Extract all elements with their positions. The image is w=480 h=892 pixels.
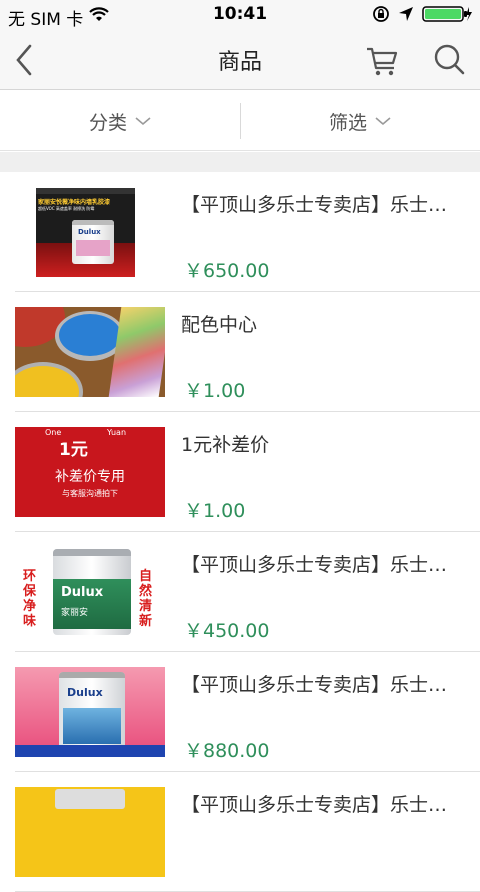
chevron-down-icon: [375, 117, 391, 126]
paint-bucket: Dulux 家丽安: [53, 549, 131, 635]
filter-label: 筛选: [328, 111, 367, 134]
thumb-right-text: 自然清新: [139, 569, 153, 629]
thumb-big-text: 1元: [59, 440, 88, 460]
product-item[interactable]: One Yuan 1元 补差价专用 与客服沟通拍下 1元补差价 ￥1.00: [0, 412, 480, 532]
cart-button[interactable]: [362, 40, 402, 80]
brand-logo: Dulux: [67, 686, 103, 699]
product-item[interactable]: Dulux 【平顶山多乐士专卖店】乐士专卖店 ￥880.00: [0, 652, 480, 772]
filter-divider: [240, 103, 241, 139]
nav-bar: 商品: [0, 30, 480, 90]
brand-logo: Dulux: [78, 228, 101, 236]
product-title: 【平顶山多乐士专卖店】乐士专卖店: [181, 674, 461, 696]
product-thumbnail: [15, 307, 165, 397]
paint-bucket: Dulux: [72, 220, 114, 264]
status-right: [372, 5, 472, 28]
status-bar: 无 SIM 卡 10:41: [0, 0, 480, 30]
thumb-yuan-text: Yuan: [107, 428, 127, 437]
product-thumbnail: 环保净味 自然清新 Dulux 家丽安: [15, 547, 165, 637]
product-item[interactable]: 【平顶山多乐士专卖店】乐士专卖店: [0, 772, 480, 892]
location-arrow-icon: [398, 6, 414, 27]
product-title: 【平顶山多乐士专卖店】乐士专卖店: [181, 554, 461, 576]
chevron-down-icon: [135, 117, 151, 126]
product-item[interactable]: 家丽安悦薇净味内墙乳胶漆 超低VOC 高遮盖率 耐擦洗 防霉 Dulux 【平顶…: [0, 172, 480, 292]
search-icon: [434, 44, 465, 75]
section-gap: [0, 152, 480, 172]
product-thumbnail: Dulux: [15, 667, 165, 757]
product-price: ￥1.00: [184, 500, 246, 522]
product-item[interactable]: 配色中心 ￥1.00: [0, 292, 480, 412]
thumb-banner-text: 家丽安悦薇净味内墙乳胶漆: [38, 199, 111, 206]
product-title: 【平顶山多乐士专卖店】乐士专卖店: [181, 794, 461, 816]
product-price: ￥450.00: [184, 620, 270, 642]
thumb-main-text: 补差价专用: [55, 469, 125, 485]
thumb-product-label: 家丽安: [61, 608, 89, 618]
product-price: ￥880.00: [184, 740, 270, 762]
product-price: ￥1.00: [184, 380, 246, 402]
product-thumbnail: [15, 787, 165, 877]
filter-dropdown[interactable]: 筛选: [240, 91, 480, 151]
filter-bar: 分类 筛选: [0, 91, 480, 151]
product-title: 【平顶山多乐士专卖店】乐士专卖店: [181, 194, 461, 216]
search-button[interactable]: [430, 40, 470, 80]
product-list: 家丽安悦薇净味内墙乳胶漆 超低VOC 高遮盖率 耐擦洗 防霉 Dulux 【平顶…: [0, 172, 480, 892]
thumb-sub-text: 超低VOC 高遮盖率 耐擦洗 防霉: [38, 206, 95, 211]
thumb-left-text: 环保净味: [23, 569, 37, 629]
product-title: 1元补差价: [181, 434, 270, 456]
category-filter[interactable]: 分类: [0, 91, 240, 151]
battery-icon: [422, 5, 472, 28]
product-thumbnail: 家丽安悦薇净味内墙乳胶漆 超低VOC 高遮盖率 耐擦洗 防霉 Dulux: [15, 187, 165, 277]
cart-icon: [367, 47, 398, 76]
page-title: 商品: [217, 50, 262, 75]
product-item[interactable]: 环保净味 自然清新 Dulux 家丽安 【平顶山多乐士专卖店】乐士专卖店 ￥45…: [0, 532, 480, 652]
rotation-lock-icon: [372, 5, 390, 28]
paint-bucket: Dulux: [59, 672, 125, 752]
thumb-sub-text: 与客服沟通拍下: [62, 489, 118, 498]
product-price: ￥650.00: [184, 260, 270, 282]
brand-logo: Dulux: [61, 585, 104, 600]
product-thumbnail: One Yuan 1元 补差价专用 与客服沟通拍下: [15, 427, 165, 517]
category-label: 分类: [88, 111, 127, 134]
product-title: 配色中心: [181, 314, 258, 336]
